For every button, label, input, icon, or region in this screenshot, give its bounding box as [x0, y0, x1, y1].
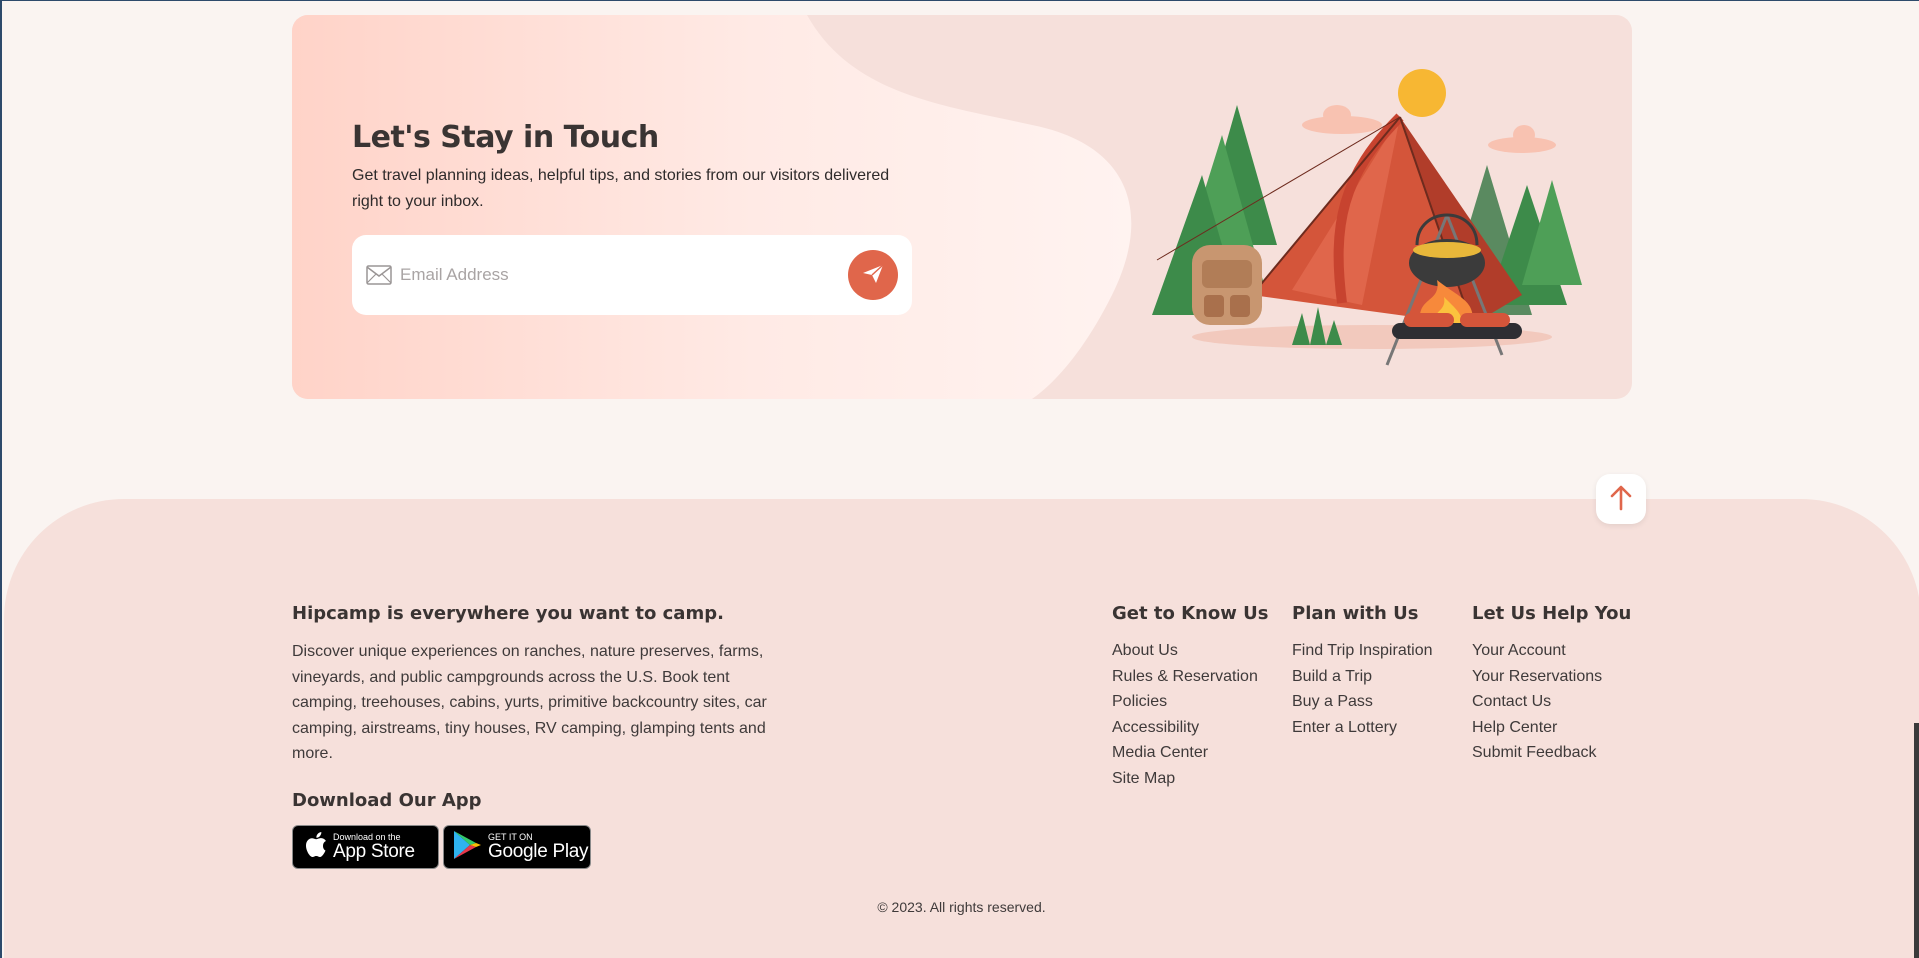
copyright-text: © 2023. All rights reserved.: [877, 899, 1046, 915]
google-play-big-text: Google Play: [488, 841, 589, 862]
scrollbar-thumb[interactable]: [1914, 723, 1919, 958]
newsletter-section: Let's Stay in Touch Get travel planning …: [292, 15, 1632, 399]
footer-link-policies[interactable]: Policies: [1112, 689, 1268, 715]
footer-column-let-us-help-you: Let Us Help You Your Account Your Reserv…: [1472, 603, 1631, 766]
arrow-up-icon: [1609, 485, 1633, 514]
footer-link-build-a-trip[interactable]: Build a Trip: [1292, 664, 1433, 690]
email-form: [352, 235, 912, 315]
scroll-to-top-button[interactable]: [1596, 474, 1646, 524]
newsletter-title: Let's Stay in Touch: [352, 120, 659, 155]
footer-link-enter-a-lottery[interactable]: Enter a Lottery: [1292, 715, 1433, 741]
footer-link-about-us[interactable]: About Us: [1112, 638, 1268, 664]
footer-column-plan-with-us: Plan with Us Find Trip Inspiration Build…: [1292, 603, 1433, 740]
footer-link-rules-reservation[interactable]: Rules & Reservation: [1112, 664, 1268, 690]
camping-illustration: [1152, 69, 1582, 366]
google-play-icon: [452, 829, 482, 866]
google-play-button[interactable]: GET IT ON Google Play: [443, 825, 591, 869]
footer-link-buy-a-pass[interactable]: Buy a Pass: [1292, 689, 1433, 715]
footer-link-your-account[interactable]: Your Account: [1472, 638, 1631, 664]
footer-column-get-to-know-us: Get to Know Us About Us Rules & Reservat…: [1112, 603, 1268, 792]
footer-link-media-center[interactable]: Media Center: [1112, 740, 1268, 766]
app-store-big-text: App Store: [333, 841, 415, 862]
newsletter-subtitle: Get travel planning ideas, helpful tips,…: [352, 167, 890, 210]
about-text: Discover unique experiences on ranches, …: [292, 643, 767, 763]
footer-link-submit-feedback[interactable]: Submit Feedback: [1472, 740, 1631, 766]
app-store-button[interactable]: Download on the App Store: [292, 825, 439, 869]
footer-link-find-trip-inspiration[interactable]: Find Trip Inspiration: [1292, 638, 1433, 664]
footer-link-your-reservations[interactable]: Your Reservations: [1472, 664, 1631, 690]
column-title: Plan with Us: [1292, 603, 1419, 624]
apple-icon: [305, 831, 327, 863]
footer-link-contact-us[interactable]: Contact Us: [1472, 689, 1631, 715]
column-title: Let Us Help You: [1472, 603, 1632, 624]
footer-link-site-map[interactable]: Site Map: [1112, 766, 1268, 792]
footer-link-help-center[interactable]: Help Center: [1472, 715, 1631, 741]
mail-icon: [366, 265, 392, 290]
about-title: Hipcamp is everywhere you want to camp.: [292, 603, 724, 624]
footer-link-accessibility[interactable]: Accessibility: [1112, 715, 1268, 741]
paper-plane-icon: [861, 262, 885, 289]
subscribe-button[interactable]: [848, 250, 898, 300]
download-app-title: Download Our App: [292, 790, 482, 811]
email-input[interactable]: [400, 257, 840, 293]
column-title: Get to Know Us: [1112, 603, 1269, 624]
